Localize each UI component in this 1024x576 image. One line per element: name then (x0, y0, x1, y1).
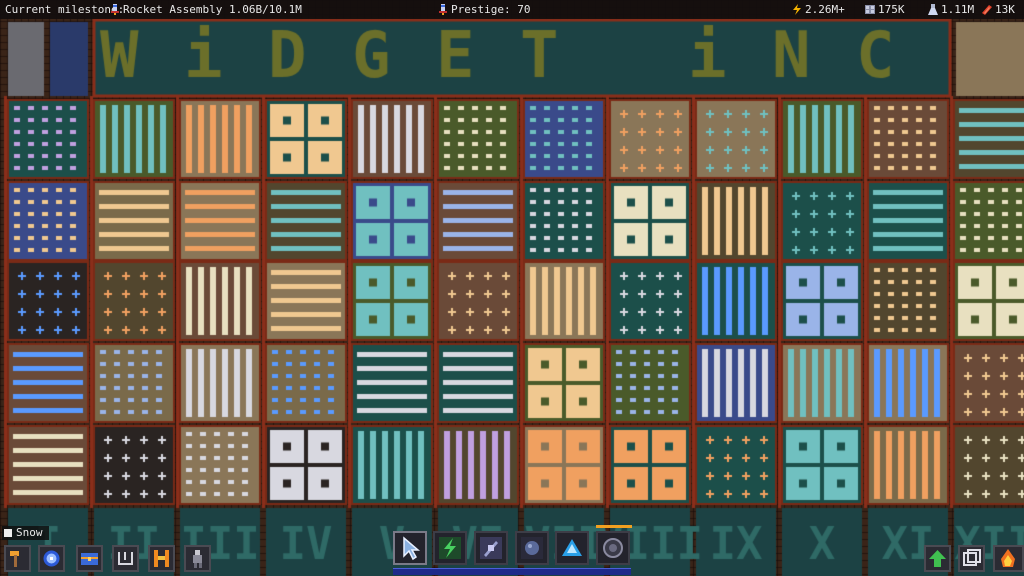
cursor-icon (403, 536, 421, 561)
hotbar-slot-ring[interactable] (596, 531, 630, 565)
snow-toggle[interactable]: Snow (2, 526, 49, 540)
top-status-bar: Current milestone: Rocket Assembly 1.06B… (0, 0, 1024, 19)
worker-icon (193, 550, 202, 568)
hotbar-slot-lightning[interactable] (433, 531, 467, 565)
milestone-item: Rocket Assembly 1.06B/10.1M (110, 0, 302, 19)
tower-tool-button[interactable] (148, 545, 175, 572)
destroy-button[interactable] (993, 545, 1024, 572)
upgrade-button[interactable] (924, 545, 951, 572)
flask-icon (928, 4, 938, 15)
prestige-value: Prestige: 70 (451, 3, 531, 16)
storage-value: 175K (878, 3, 905, 16)
storage-display: 175K (865, 0, 905, 19)
milestone-item-name: Rocket Assembly (123, 3, 223, 16)
grid-icon (118, 552, 133, 565)
grid-tool-button[interactable] (112, 545, 139, 572)
money-icon (982, 5, 992, 15)
tower-icon (154, 550, 169, 567)
fire-icon (1001, 549, 1015, 567)
asteroid-icon (521, 537, 543, 559)
copy-button[interactable] (958, 545, 985, 572)
prestige-display: Prestige: 70 (438, 0, 530, 19)
upgrade-icon (929, 550, 946, 567)
hotbar-slot-triangle[interactable] (555, 531, 589, 565)
snow-label: Snow (16, 526, 43, 539)
money-value: 13K (995, 3, 1015, 16)
rocket-icon (111, 4, 119, 15)
hotbar-highlight (596, 525, 632, 528)
chest-icon (81, 553, 98, 565)
lightning-icon (793, 4, 801, 15)
snow-checkbox[interactable] (4, 529, 12, 537)
factory-grid-canvas[interactable] (0, 0, 1024, 576)
circuit-icon (480, 537, 502, 559)
ring-icon (603, 538, 623, 558)
explore-tool-button[interactable] (38, 545, 65, 572)
rocket-icon (439, 4, 447, 15)
money-display: 13K (982, 0, 1015, 19)
lightning-icon (439, 537, 461, 559)
energy-value: 2.26M+ (805, 3, 845, 16)
hotbar-slot-circuit[interactable] (474, 531, 508, 565)
research-display: 1.11M (928, 0, 974, 19)
energy-bar (393, 568, 631, 575)
milestone-progress: 1.06B/10.1M (228, 3, 302, 16)
energy-display: 2.26M+ (792, 0, 845, 19)
hotbar-slot-asteroid[interactable] (515, 531, 549, 565)
storage-icon (865, 5, 875, 14)
build-tool-button[interactable] (4, 545, 31, 572)
compass-icon (43, 550, 60, 567)
worker-tool-button[interactable] (184, 545, 211, 572)
milestone-label: Current milestone: (5, 3, 125, 16)
triangle-icon (562, 539, 582, 556)
hammer-icon (10, 551, 19, 567)
research-value: 1.11M (941, 3, 975, 16)
storage-tool-button[interactable] (76, 545, 103, 572)
copy-icon (963, 549, 981, 566)
hotbar-slot-cursor[interactable] (393, 531, 427, 565)
